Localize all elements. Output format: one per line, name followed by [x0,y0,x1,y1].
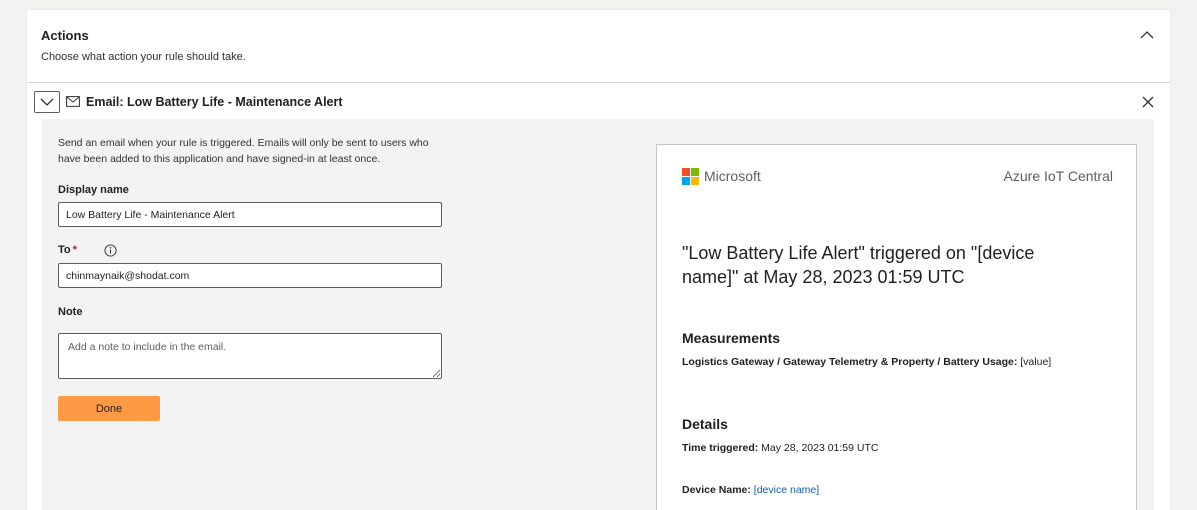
microsoft-name: Microsoft [704,168,761,184]
email-action-panel: Send an email when your rule is triggere… [42,119,1154,510]
alert-headline: "Low Battery Life Alert" triggered on "[… [682,243,1035,287]
time-triggered-line: Time triggered: May 28, 2023 01:59 UTC [682,442,879,454]
actions-subtitle: Choose what action your rule should take… [41,51,246,63]
divider [27,82,1170,83]
collapse-actions-button[interactable] [1138,26,1156,44]
actions-header: Actions Choose what action your rule sho… [41,28,246,63]
brand-name: Azure IoT Central [1003,168,1113,184]
done-button[interactable]: Done [58,396,160,421]
microsoft-logo-icon [682,168,699,185]
details-title: Details [682,416,728,432]
measurement-line: Logistics Gateway / Gateway Telemetry & … [682,356,1051,368]
to-label-text: To [58,244,71,256]
device-name-link[interactable]: [device name] [754,484,819,496]
device-name-line: Device Name: [device name] [682,484,819,496]
email-preview: Microsoft Azure IoT Central "Low Battery… [656,144,1137,510]
note-textarea[interactable] [58,333,442,379]
time-triggered-value: May 28, 2023 01:59 UTC [761,442,879,454]
actions-card: Actions Choose what action your rule sho… [27,10,1170,510]
email-action-description: Send an email when your rule is triggere… [58,137,429,165]
note-label: Note [58,306,83,318]
close-icon [1142,96,1154,108]
remove-action-button[interactable] [1140,94,1156,110]
device-name-label: Device Name: [682,484,751,496]
to-label: To * [58,244,118,257]
to-email-input[interactable] [58,263,442,288]
time-triggered-label: Time triggered: [682,442,759,454]
email-action-title: Email: Low Battery Life - Maintenance Al… [86,95,343,109]
required-asterisk: * [72,244,77,256]
mail-icon [66,96,80,107]
display-name-input[interactable] [58,202,442,227]
chevron-down-icon [40,98,54,106]
email-action-header: Email: Low Battery Life - Maintenance Al… [34,90,1156,114]
info-icon[interactable] [104,244,117,257]
display-name-label: Display name [58,184,129,196]
chevron-up-icon [1140,31,1154,39]
measurements-title: Measurements [682,330,781,346]
measurement-label: Logistics Gateway / Gateway Telemetry & … [682,356,1018,368]
measurement-value: [value] [1020,356,1052,368]
expand-email-action-button[interactable] [34,91,60,113]
actions-title: Actions [41,28,89,43]
